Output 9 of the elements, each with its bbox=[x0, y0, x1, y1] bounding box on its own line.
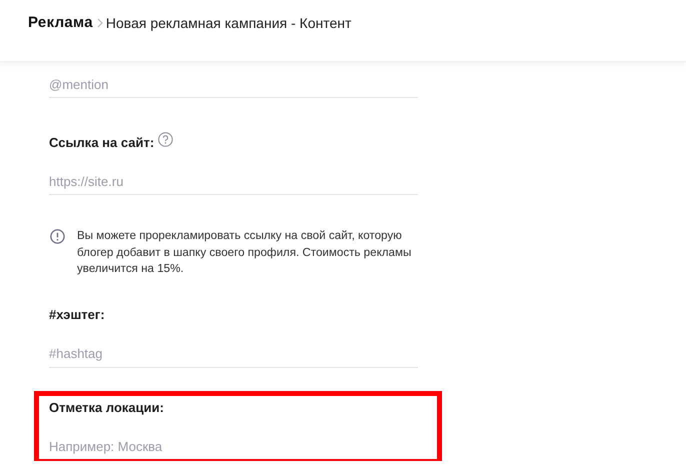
info-icon bbox=[50, 229, 65, 244]
breadcrumb-section[interactable]: Реклама bbox=[28, 14, 93, 31]
chevron-icon bbox=[96, 18, 103, 28]
field-label: #хэштег: bbox=[49, 307, 105, 322]
field-label: Отметка локации: bbox=[49, 400, 164, 415]
help-icon[interactable] bbox=[158, 132, 174, 146]
page-title: Новая рекламная кампания - Контент bbox=[106, 14, 352, 30]
field-label: Ссылка на сайт: bbox=[49, 134, 154, 150]
info-text: Вы можете прорекламировать ссылку на свой сайт, которую блогер добавит в шапку своего профиля. Стоимость рекламы увеличится на 15%. bbox=[77, 228, 412, 277]
